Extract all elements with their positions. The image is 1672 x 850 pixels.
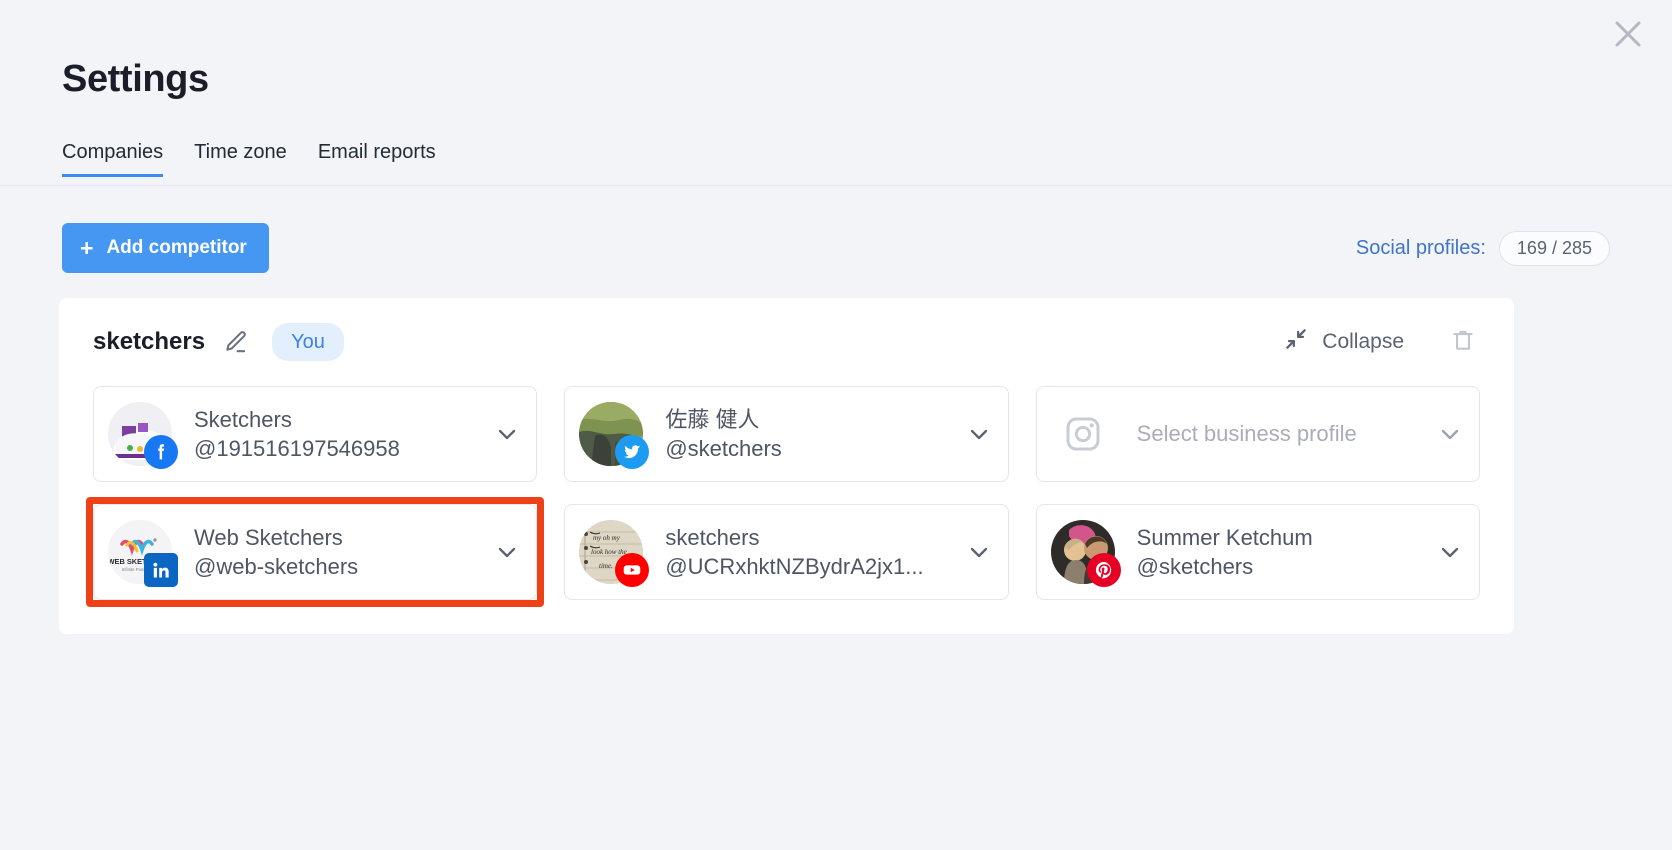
chevron-down-icon[interactable] [1437, 539, 1463, 565]
tab-bar: Companies Time zone Email reports [0, 138, 1672, 186]
profile-text: Web Sketchers @web-sketchers [194, 523, 484, 581]
profile-text: Summer Ketchum @sketchers [1137, 523, 1427, 581]
collapse-label: Collapse [1322, 330, 1404, 353]
profile-card-linkedin[interactable]: WEB SKETCHERS Infinite Possibilities Web [93, 504, 538, 600]
instagram-icon [1051, 402, 1115, 466]
profile-title: Summer Ketchum [1136, 524, 1313, 550]
chevron-down-icon[interactable] [966, 421, 992, 447]
collapse-arrows-icon [1283, 326, 1309, 358]
facebook-icon [144, 435, 178, 469]
company-panel: sketchers You Collapse Sketchers @191516… [59, 298, 1514, 634]
profile-text: 佐藤 健人 @sketchers [665, 405, 955, 463]
profile-card-pinterest[interactable]: Summer Ketchum @sketchers [1035, 504, 1480, 600]
chevron-down-icon[interactable] [1437, 421, 1463, 447]
toolbar: + Add competitor Social profiles: 169 / … [0, 222, 1672, 274]
avatar-wrap-linkedin: WEB SKETCHERS Infinite Possibilities [108, 520, 178, 587]
youtube-icon [615, 553, 650, 587]
profile-card-facebook[interactable]: Sketchers @191516197546958 [93, 386, 538, 482]
tab-time-zone[interactable]: Time zone [194, 138, 287, 176]
add-competitor-label: Add competitor [106, 237, 247, 258]
tab-email-reports[interactable]: Email reports [318, 138, 436, 176]
profiles-grid: Sketchers @191516197546958 佐藤 健人 @sketch… [85, 386, 1480, 607]
close-button[interactable] [1602, 8, 1654, 60]
profile-title: Web Sketchers [194, 524, 343, 550]
page-title: Settings [62, 58, 209, 100]
avatar-wrap-pinterest [1050, 520, 1121, 587]
profile-handle: @sketchers [665, 436, 782, 461]
profile-title: Sketchers [194, 406, 292, 432]
social-profiles-count-badge: 169 / 285 [1498, 230, 1610, 266]
svg-text:my oh my: my oh my [593, 534, 621, 542]
twitter-icon [615, 435, 650, 469]
avatar-wrap-youtube: my oh my look how the time. [579, 520, 650, 587]
profile-slot-twitter: 佐藤 健人 @sketchers [564, 386, 1009, 482]
pencil-icon[interactable] [222, 328, 250, 356]
social-profiles-label[interactable]: Social profiles: [1356, 237, 1486, 260]
profile-card-instagram[interactable]: Select business profile [1035, 386, 1480, 482]
profile-slot-linkedin: WEB SKETCHERS Infinite Possibilities Web [85, 497, 545, 607]
profile-handle: @sketchers [1136, 554, 1254, 579]
profile-card-twitter[interactable]: 佐藤 健人 @sketchers [564, 386, 1009, 482]
company-header: sketchers You Collapse [93, 298, 1480, 386]
profile-slot-instagram: Select business profile [1035, 386, 1480, 482]
add-competitor-button[interactable]: + Add competitor [62, 223, 269, 273]
owner-chip: You [272, 323, 344, 361]
profile-handle: @web-sketchers [194, 554, 359, 579]
delete-company-button[interactable] [1446, 325, 1480, 359]
profile-slot-facebook: Sketchers @191516197546958 [93, 386, 538, 482]
collapse-button[interactable]: Collapse [1283, 326, 1446, 358]
profile-placeholder: Select business profile [1136, 421, 1357, 446]
trash-icon [1450, 327, 1476, 358]
profile-handle: @UCRxhktNZBydrA2jx1... [665, 554, 924, 579]
company-header-actions: Collapse [1283, 325, 1480, 359]
chevron-down-icon[interactable] [966, 539, 992, 565]
profile-title: 佐藤 健人 [665, 406, 760, 432]
avatar-wrap-twitter [579, 402, 650, 469]
close-icon [1613, 19, 1643, 49]
social-profiles-group: Social profiles: 169 / 285 [1356, 230, 1610, 266]
plus-icon: + [80, 234, 94, 261]
company-name: sketchers [93, 328, 206, 355]
profile-card-youtube[interactable]: my oh my look how the time. sketchers @U… [564, 504, 1009, 600]
svg-text:time.: time. [599, 562, 613, 570]
profile-title: sketchers [665, 524, 760, 550]
profile-slot-pinterest: Summer Ketchum @sketchers [1035, 504, 1480, 600]
chevron-down-icon[interactable] [494, 539, 520, 565]
profile-text: Sketchers @191516197546958 [194, 405, 484, 463]
tab-companies[interactable]: Companies [62, 138, 164, 177]
profile-text: sketchers @UCRxhktNZBydrA2jx1... [665, 523, 955, 581]
chevron-down-icon[interactable] [494, 421, 520, 447]
profile-slot-youtube: my oh my look how the time. sketchers @U… [564, 504, 1009, 600]
profile-handle: @191516197546958 [194, 436, 400, 461]
avatar-wrap-facebook [108, 402, 178, 469]
pinterest-icon [1086, 553, 1121, 587]
linkedin-icon [144, 553, 178, 587]
